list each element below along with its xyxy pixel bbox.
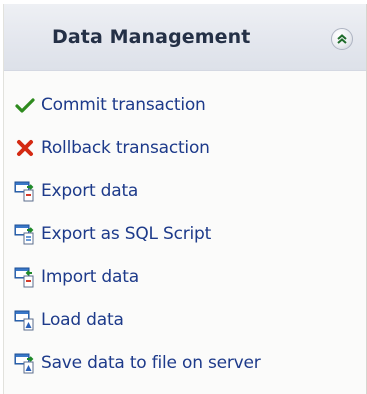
collapse-button[interactable]	[331, 28, 353, 50]
panel-title: Data Management	[52, 26, 251, 48]
load-data-item[interactable]: Load data	[14, 305, 124, 335]
commit-transaction-item[interactable]: Commit transaction	[14, 90, 206, 120]
load-data-label: Load data	[41, 310, 124, 330]
import-data-icon	[14, 266, 36, 288]
save-data-to-file-item[interactable]: Save data to file on server	[14, 348, 261, 378]
export-data-item[interactable]: Export data	[14, 176, 138, 206]
red-x-icon	[14, 137, 36, 159]
panel-header[interactable]: Data Management	[4, 4, 366, 71]
save-to-server-icon	[14, 352, 36, 374]
export-sql-script-label: Export as SQL Script	[41, 224, 212, 244]
export-data-icon	[14, 180, 36, 202]
checkmark-icon	[14, 94, 36, 116]
save-data-to-file-label: Save data to file on server	[41, 353, 261, 373]
import-data-item[interactable]: Import data	[14, 262, 139, 292]
double-chevron-up-icon	[336, 33, 348, 45]
import-data-label: Import data	[41, 267, 139, 287]
export-sql-script-item[interactable]: Export as SQL Script	[14, 219, 211, 249]
rollback-transaction-label: Rollback transaction	[41, 138, 210, 158]
rollback-transaction-item[interactable]: Rollback transaction	[14, 133, 210, 163]
export-data-label: Export data	[41, 181, 139, 201]
load-data-icon	[14, 309, 36, 331]
export-sql-icon	[14, 223, 36, 245]
commit-transaction-label: Commit transaction	[41, 95, 206, 115]
data-management-panel: Data Management Commit transaction Rollb…	[3, 4, 367, 394]
